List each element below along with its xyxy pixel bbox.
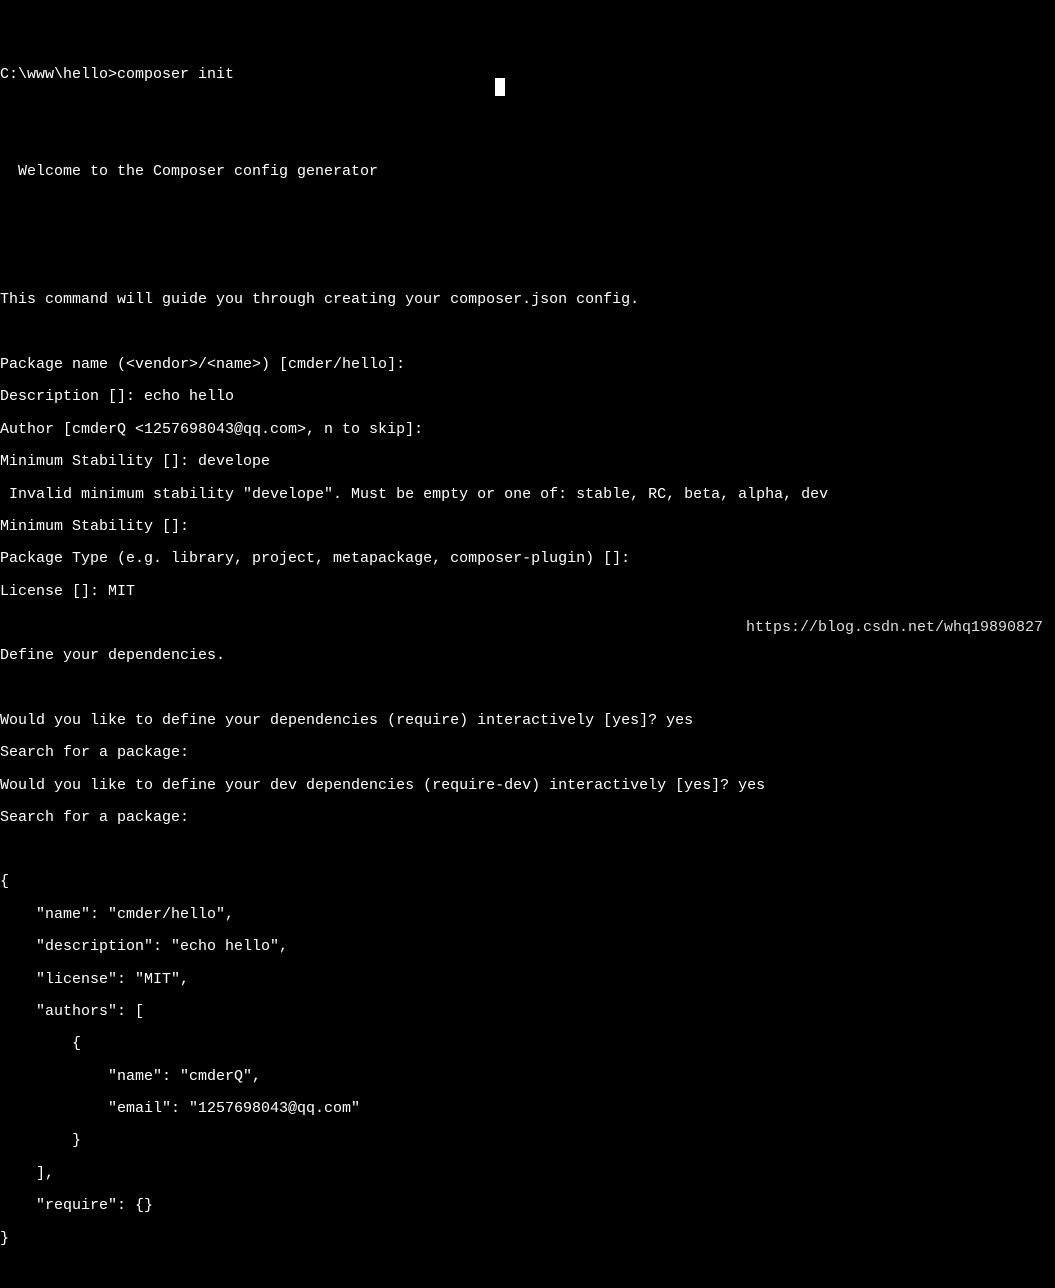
welcome-title: Welcome to the Composer config generator bbox=[0, 164, 1055, 180]
json-preview-line: "name": "cmderQ", bbox=[0, 1069, 1055, 1085]
json-preview-line: "license": "MIT", bbox=[0, 972, 1055, 988]
prompt-min-stability: Minimum Stability []: develope bbox=[0, 454, 1055, 470]
terminal-cursor bbox=[495, 78, 505, 96]
blank-line bbox=[0, 99, 1055, 115]
json-preview-line: "name": "cmder/hello", bbox=[0, 907, 1055, 923]
blank-line bbox=[0, 842, 1055, 858]
typed-command: composer init bbox=[117, 66, 234, 83]
prompt-search-package: Search for a package: bbox=[0, 810, 1055, 826]
json-preview-line: { bbox=[0, 874, 1055, 890]
prompt-search-package: Search for a package: bbox=[0, 745, 1055, 761]
prompt-package-type: Package Type (e.g. library, project, met… bbox=[0, 551, 1055, 567]
json-preview-line: { bbox=[0, 1036, 1055, 1052]
prompt-license: License []: MIT bbox=[0, 584, 1055, 600]
blank-line bbox=[0, 681, 1055, 697]
prompt-require: Would you like to define your dependenci… bbox=[0, 713, 1055, 729]
error-invalid-stability: Invalid minimum stability "develope". Mu… bbox=[0, 487, 1055, 503]
prompt-require-dev: Would you like to define your dev depend… bbox=[0, 778, 1055, 794]
json-preview-line: "email": "1257698043@qq.com" bbox=[0, 1101, 1055, 1117]
blank-line bbox=[0, 196, 1055, 212]
prompt-path: C:\www\hello> bbox=[0, 66, 117, 83]
blank-line bbox=[0, 325, 1055, 341]
json-preview-line: "description": "echo hello", bbox=[0, 939, 1055, 955]
json-preview-line: "require": {} bbox=[0, 1198, 1055, 1214]
json-preview-line: } bbox=[0, 1133, 1055, 1149]
json-preview-line: ], bbox=[0, 1166, 1055, 1182]
json-preview-line: } bbox=[0, 1231, 1055, 1247]
blank-line bbox=[0, 1263, 1055, 1279]
terminal-prompt-line[interactable]: C:\www\hello>composer init bbox=[0, 67, 1055, 83]
watermark-text: https://blog.csdn.net/whq19890827 bbox=[746, 620, 1043, 636]
deps-header: Define your dependencies. bbox=[0, 648, 1055, 664]
blank-line bbox=[0, 228, 1055, 244]
blank-line bbox=[0, 131, 1055, 147]
prompt-min-stability-retry: Minimum Stability []: bbox=[0, 519, 1055, 535]
prompt-author: Author [cmderQ <1257698043@qq.com>, n to… bbox=[0, 422, 1055, 438]
intro-description: This command will guide you through crea… bbox=[0, 292, 1055, 308]
prompt-package-name: Package name (<vendor>/<name>) [cmder/he… bbox=[0, 357, 1055, 373]
prompt-description: Description []: echo hello bbox=[0, 389, 1055, 405]
blank-line bbox=[0, 260, 1055, 276]
json-preview-line: "authors": [ bbox=[0, 1004, 1055, 1020]
